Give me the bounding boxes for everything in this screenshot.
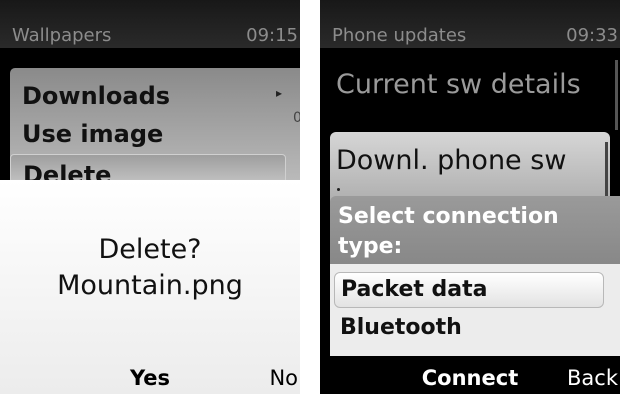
option-bluetooth[interactable]: Bluetooth: [340, 314, 462, 342]
bullet-icon: [337, 188, 340, 191]
delete-confirm-dialog: Delete? Mountain.png Yes No: [0, 180, 300, 394]
wallpapers-screen: Wallpapers 09:15 Downloads ▸ Use image D…: [0, 0, 300, 394]
background-scroll-glyph: 0: [293, 110, 300, 126]
yes-softkey[interactable]: Yes: [0, 366, 300, 390]
menu-item-downloads[interactable]: Downloads: [22, 82, 170, 110]
connection-options-list: Packet data Bluetooth: [330, 264, 620, 356]
no-softkey[interactable]: No: [269, 366, 298, 390]
dialog-filename: Mountain.png: [57, 270, 243, 301]
card-scrollbar: [605, 142, 608, 202]
back-softkey[interactable]: Back: [567, 366, 618, 390]
softkey-bar: Connect Back: [320, 360, 620, 394]
current-sw-details-heading: Current sw details: [336, 69, 581, 100]
dialog-question: Delete?: [98, 234, 202, 265]
status-title: Wallpapers: [12, 25, 112, 46]
menu-item-label: Downloads: [22, 82, 171, 110]
phone-updates-screen: Phone updates 09:33 Current sw details D…: [320, 0, 620, 394]
option-label: Bluetooth: [340, 315, 462, 340]
scrollbar[interactable]: [615, 60, 618, 130]
softkey-bar: Yes No: [0, 360, 300, 394]
option-label: Packet data: [341, 277, 488, 302]
option-packet-data[interactable]: Packet data: [334, 272, 604, 308]
dialog-message: Delete? Mountain.png: [0, 232, 300, 304]
dialog-prompt: Select connection type:: [338, 204, 559, 259]
download-phone-sw-label: Downl. phone sw: [336, 145, 567, 176]
submenu-arrow-icon: ▸: [276, 86, 283, 100]
status-bar: Wallpapers 09:15: [0, 0, 300, 48]
status-title: Phone updates: [332, 25, 467, 46]
status-clock: 09:15: [246, 25, 298, 46]
menu-item-use-image[interactable]: Use image: [22, 120, 163, 148]
status-clock: 09:33: [566, 25, 618, 46]
menu-item-label: Use image: [22, 120, 164, 148]
connection-type-dialog: Select connection type: Packet data Blue…: [330, 196, 620, 356]
status-bar: Phone updates 09:33: [320, 0, 620, 48]
